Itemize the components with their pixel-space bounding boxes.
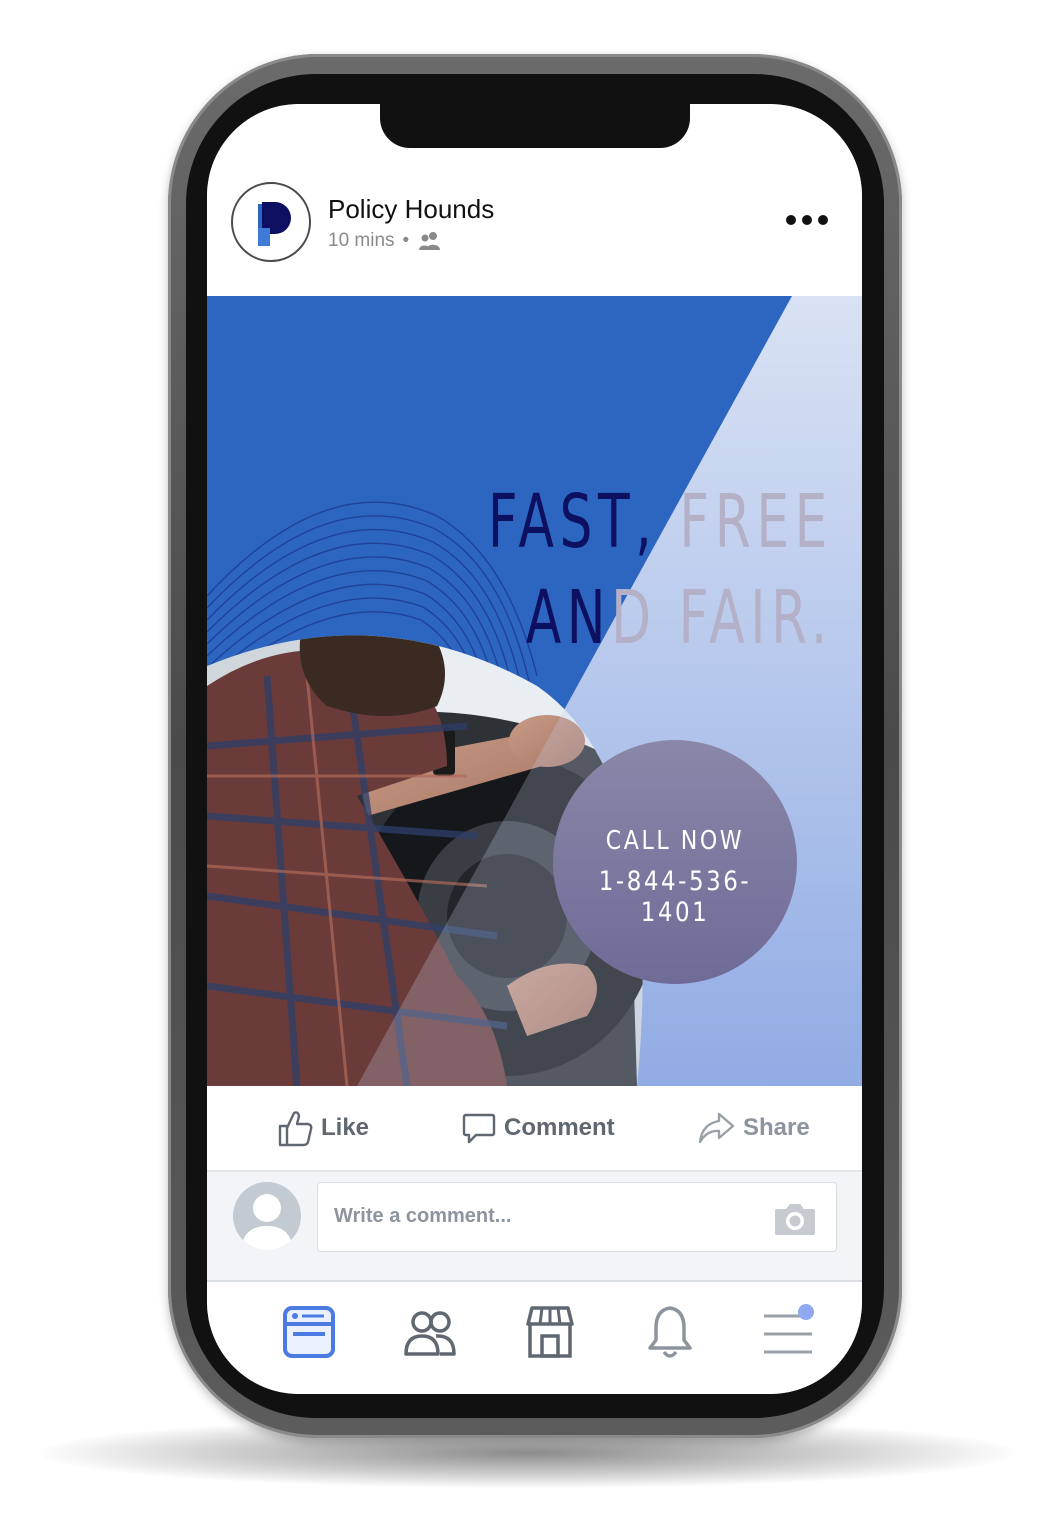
headline-line-2: AND FAIR.: [395, 570, 833, 666]
cta-title: CALL NOW: [605, 826, 745, 856]
phone-screen: Policy Hounds 10 mins • FAST, FREE AND F…: [207, 104, 862, 1394]
notifications-bell-icon[interactable]: [640, 1302, 700, 1362]
ad-image[interactable]: FAST, FREE AND FAIR. CALL NOW 1-844-536-…: [207, 296, 862, 1086]
post-meta: 10 mins •: [328, 230, 443, 252]
comment-input[interactable]: Write a comment...: [317, 1182, 837, 1252]
call-now-badge[interactable]: CALL NOW 1-844-536-1401: [553, 740, 797, 984]
bottom-tab-bar: [207, 1282, 862, 1394]
post-actions: Like Comment Share: [207, 1086, 862, 1172]
page-avatar[interactable]: [231, 182, 311, 262]
comment-bubble-icon: [462, 1113, 496, 1144]
like-label: Like: [321, 1114, 370, 1141]
news-feed-tab-icon[interactable]: [280, 1302, 340, 1362]
headline-line-1: FAST, FREE: [395, 474, 833, 570]
ad-headline: FAST, FREE AND FAIR.: [395, 474, 833, 666]
more-options-icon[interactable]: [785, 208, 829, 232]
headline-and-start: AN: [525, 575, 612, 661]
share-button[interactable]: Share: [697, 1108, 810, 1148]
menu-notification-dot: [798, 1304, 814, 1320]
share-label: Share: [743, 1114, 810, 1141]
camera-icon[interactable]: [773, 1201, 817, 1237]
cta-text: CALL NOW 1-844-536-1401: [553, 826, 797, 928]
post-time[interactable]: 10 mins: [328, 230, 395, 252]
comment-composer: Write a comment...: [207, 1172, 862, 1282]
comment-button[interactable]: Comment: [462, 1108, 615, 1148]
cta-phone-number[interactable]: 1-844-536-1401: [571, 866, 778, 928]
friends-audience-icon: [419, 232, 441, 250]
share-arrow-icon: [698, 1112, 735, 1144]
friends-tab-icon[interactable]: [400, 1302, 460, 1362]
headline-fast: FAST,: [487, 479, 658, 565]
ad-artwork: [207, 296, 862, 1086]
thumbs-up-icon: [278, 1111, 313, 1147]
page-name[interactable]: Policy Hounds: [328, 194, 494, 225]
meta-separator: •: [402, 230, 410, 251]
phone-notch: [380, 104, 690, 148]
default-user-icon: [241, 1194, 293, 1250]
marketplace-tab-icon[interactable]: [520, 1302, 580, 1362]
headline-and-fair: D FAIR.: [611, 575, 833, 661]
user-avatar[interactable]: [233, 1182, 301, 1250]
comment-placeholder: Write a comment...: [334, 1205, 512, 1227]
like-button[interactable]: Like: [277, 1108, 369, 1148]
comment-label: Comment: [504, 1114, 615, 1141]
headline-free: FREE: [679, 479, 833, 565]
menu-tab-icon[interactable]: [760, 1302, 820, 1362]
policy-hounds-logo-icon: [258, 202, 291, 246]
